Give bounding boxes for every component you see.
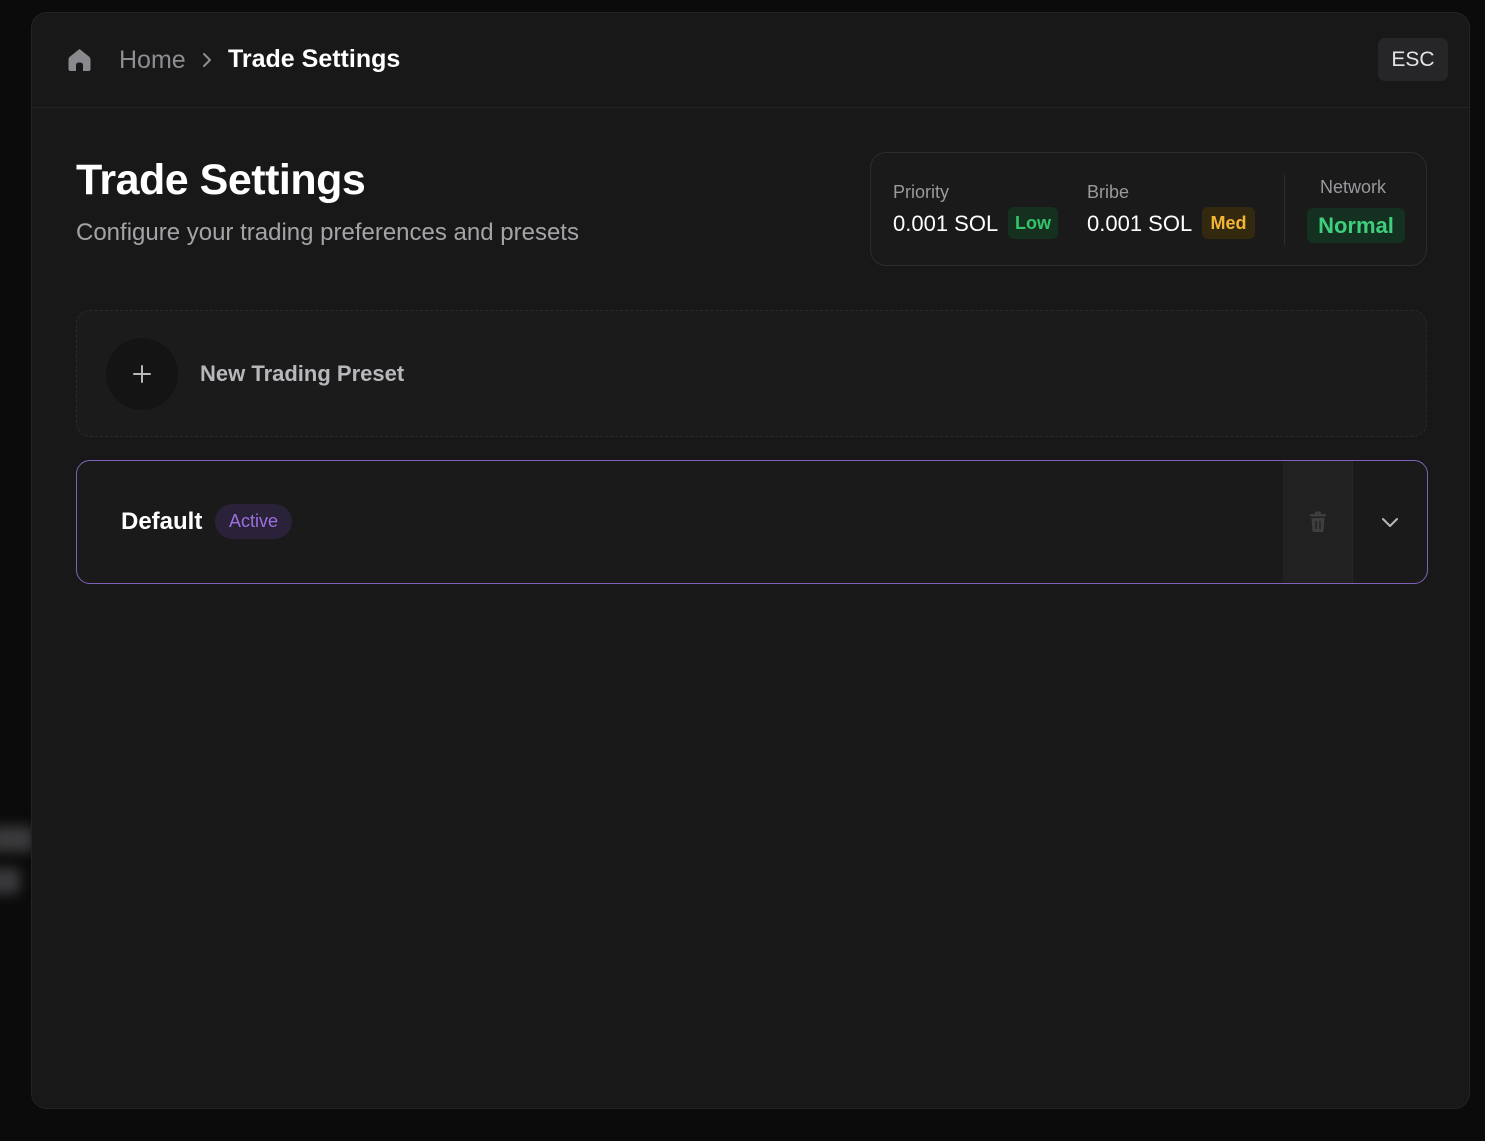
fee-summary-card: Priority 0.001 SOL Low Bribe 0.001 SOL M… <box>870 152 1427 266</box>
preset-card-default[interactable]: Default Active <box>76 460 1428 584</box>
bribe-value: 0.001 SOL <box>1087 211 1193 236</box>
expand-preset-button[interactable] <box>1353 461 1427 583</box>
bribe-level-badge: Med <box>1202 207 1255 239</box>
breadcrumb-home[interactable]: Home <box>119 46 186 75</box>
new-preset-label: New Trading Preset <box>200 361 405 386</box>
chevron-right-icon <box>203 53 211 67</box>
background-blur <box>0 826 34 852</box>
trash-icon <box>1309 511 1326 532</box>
plus-icon <box>106 338 178 410</box>
priority-level-badge: Low <box>1008 207 1058 239</box>
priority-label: Priority <box>893 182 950 202</box>
page-title: Trade Settings <box>76 156 366 204</box>
fee-divider <box>1284 175 1285 245</box>
network-label: Network <box>1320 177 1387 197</box>
breadcrumb-current: Trade Settings <box>228 45 401 73</box>
chevron-down-icon <box>1382 518 1398 527</box>
active-status-badge: Active <box>215 504 292 539</box>
priority-value: 0.001 SOL <box>893 211 999 236</box>
bribe-label: Bribe <box>1087 182 1130 202</box>
network-status-badge: Normal <box>1307 208 1405 243</box>
modal-header: Home Trade Settings ESC <box>32 13 1469 108</box>
home-icon[interactable] <box>68 48 91 72</box>
trade-settings-modal: Home Trade Settings ESC Trade Settings C… <box>31 12 1470 1109</box>
delete-preset-button[interactable] <box>1283 461 1353 583</box>
esc-close-button[interactable]: ESC <box>1378 38 1448 81</box>
page-subtitle: Configure your trading preferences and p… <box>76 219 579 246</box>
background-blur <box>0 868 20 894</box>
new-preset-button[interactable]: New Trading Preset <box>76 310 1427 437</box>
preset-name: Default <box>121 508 203 535</box>
